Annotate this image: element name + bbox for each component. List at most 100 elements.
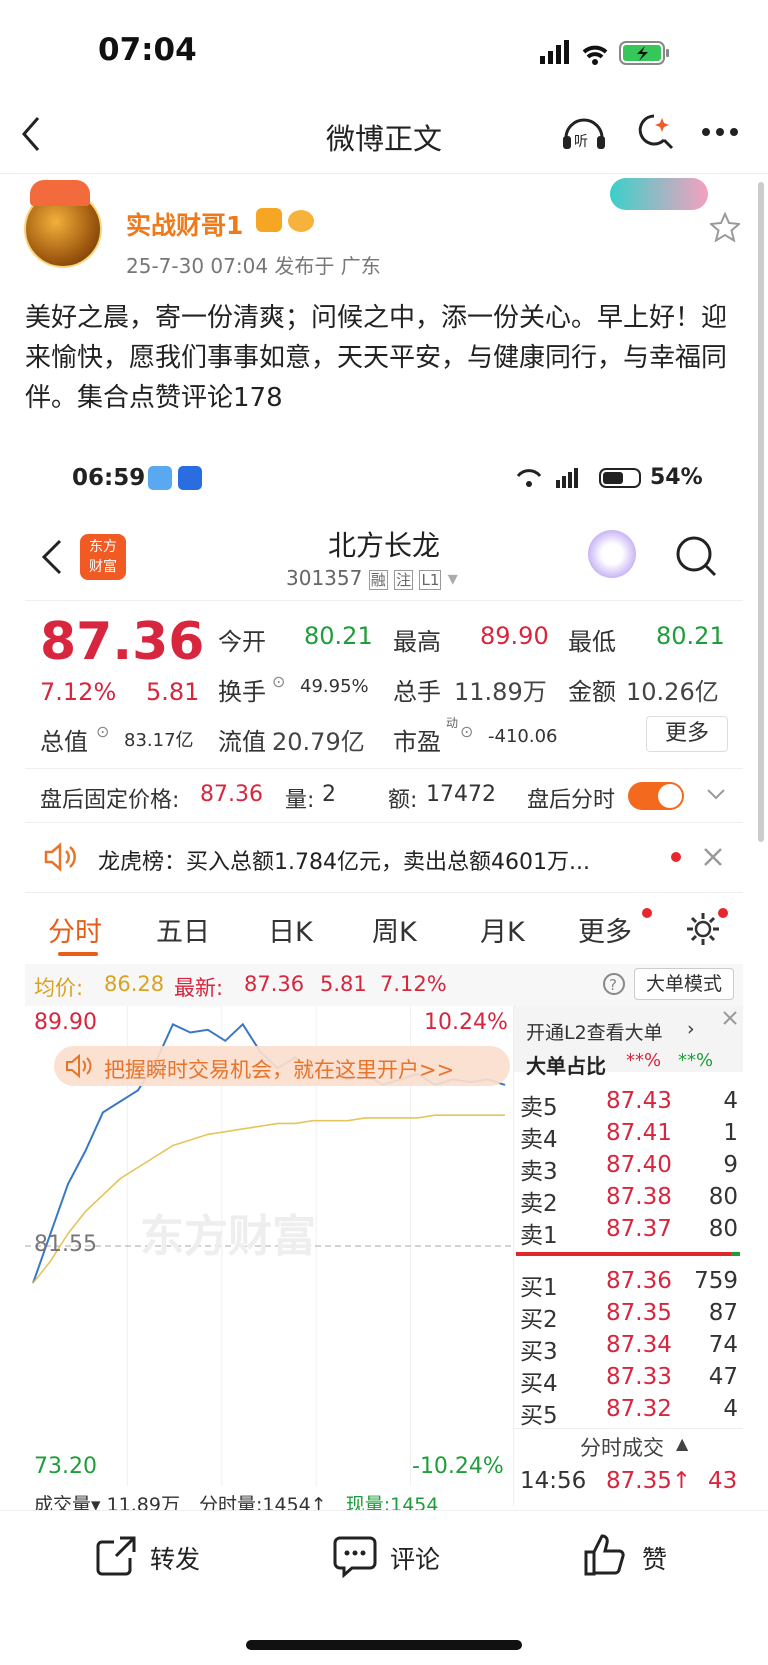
post-meta: 25-7-30 07:04 发布于 广东 [126, 254, 381, 278]
tab-daily-k[interactable]: 日K [268, 910, 313, 949]
repost-icon[interactable] [94, 1534, 138, 1578]
ask-price: 87.41 [606, 1120, 672, 1146]
like-thumb-icon[interactable] [582, 1532, 628, 1578]
watermark: 东方财富 [140, 1211, 316, 1262]
bid-price: 87.36 [606, 1268, 672, 1294]
username[interactable]: 实战财哥1 [126, 206, 243, 242]
low-label: 最低 [568, 628, 616, 656]
tab-more[interactable]: 更多 [578, 910, 632, 949]
info-icon[interactable]: ⊙ [96, 722, 109, 741]
stock-code: 301357 融 注 L1 ▾ [286, 566, 458, 590]
tab-weekly-k[interactable]: 周K [372, 910, 417, 949]
ask-qty: 4 [723, 1088, 738, 1114]
turnover-label: 换手 [218, 678, 266, 706]
close-icon[interactable] [722, 1010, 738, 1026]
tab-intraday[interactable]: 分时 [48, 910, 102, 949]
bid-price: 87.33 [606, 1364, 672, 1390]
open-value: 80.21 [304, 622, 373, 650]
bid-label: 买4 [520, 1371, 558, 1397]
latest-pct: 7.12% [380, 972, 447, 996]
avg-price: 86.28 [104, 972, 165, 996]
shot-search-icon[interactable] [674, 534, 720, 580]
latest-chg: 5.81 [320, 972, 367, 996]
robot-assistant-icon[interactable] [588, 530, 636, 578]
stock-code-text: 301357 [286, 566, 363, 590]
repost-button[interactable]: 转发 [150, 1540, 200, 1576]
settings-gear-icon[interactable] [684, 910, 722, 948]
close-icon[interactable] [702, 846, 724, 868]
svg-text:听: 听 [574, 134, 588, 150]
big-order-ratio-sell: **% [678, 1050, 714, 1071]
pe-dynamic-marker: 动 [446, 716, 459, 730]
comment-icon[interactable] [332, 1534, 378, 1578]
ask-label: 卖2 [520, 1191, 558, 1217]
tab-monthly-k[interactable]: 月K [480, 910, 525, 949]
like-button[interactable]: 赞 [642, 1540, 667, 1576]
tab-five-day[interactable]: 五日 [156, 910, 210, 949]
help-icon[interactable]: ? [602, 972, 626, 996]
caret-up-icon[interactable]: ▲ [676, 1434, 688, 1453]
panel-divider [513, 1006, 514, 1506]
amount-label: 金额 [568, 678, 616, 706]
high-label: 最高 [393, 628, 441, 656]
divider [25, 600, 743, 601]
turnover-value: 49.95% [300, 676, 369, 697]
svg-text:?: ? [609, 976, 617, 994]
shot-battery: 54% [650, 465, 703, 490]
after-hours-price: 87.36 [200, 782, 263, 807]
ai-search-icon[interactable] [632, 112, 676, 152]
shot-status-icons [516, 468, 641, 488]
bid-qty: 87 [708, 1300, 738, 1326]
bid-ask-ratio-bar [516, 1252, 740, 1256]
latest-price: 87.36 [244, 972, 305, 996]
speaker-icon [66, 1054, 92, 1078]
pe-value: -410.06 [488, 726, 558, 747]
ask-price: 87.38 [606, 1184, 672, 1210]
comment-button[interactable]: 评论 [390, 1540, 440, 1576]
fish-badge-icon [288, 210, 314, 232]
status-icons [540, 40, 669, 65]
bid-price: 87.34 [606, 1332, 672, 1358]
more-icon[interactable] [700, 126, 744, 138]
info-icon[interactable]: ⊙ [272, 672, 285, 691]
listen-icon[interactable]: 听 [560, 112, 608, 152]
info-icon[interactable]: ⊙ [460, 722, 473, 741]
tick-price: 87.35↑ [606, 1468, 692, 1494]
ask-price: 87.43 [606, 1088, 672, 1114]
after-hours-label: 盘后固定价格: [40, 788, 180, 813]
volume-value: 11.89万 [454, 678, 547, 706]
chevron-down-icon[interactable] [706, 788, 726, 802]
chart-high-label: 89.90 [34, 1010, 97, 1035]
lhb-notice[interactable]: 龙虎榜：买入总额1.784亿元，卖出总额4601万... [98, 844, 590, 876]
low-value: 80.21 [656, 622, 725, 650]
l2-link[interactable]: 开通L2查看大单 [526, 1018, 663, 1045]
app-icon [178, 466, 202, 490]
shot-status-time: 06:59 [72, 465, 146, 491]
latest-label: 最新: [174, 976, 224, 1000]
more-button[interactable]: 更多 [646, 716, 728, 752]
open-label: 今开 [218, 628, 266, 656]
crown-badge-icon [256, 208, 282, 232]
divider [25, 892, 743, 893]
after-hours-toggle[interactable] [628, 782, 684, 810]
home-indicator [246, 1640, 522, 1650]
dropdown-icon[interactable]: ▾ [448, 566, 458, 590]
bid-qty: 759 [694, 1268, 738, 1294]
bid-label: 买5 [520, 1403, 558, 1429]
unread-dot [642, 908, 652, 918]
ask-label: 卖4 [520, 1127, 558, 1153]
ticks-header[interactable]: 分时成交 [580, 1432, 664, 1462]
chart-mid-label: 81.55 [34, 1232, 97, 1257]
tick-time: 14:56 [520, 1468, 587, 1494]
ask-price: 87.40 [606, 1152, 672, 1178]
after-hours-amt: 17472 [426, 782, 496, 807]
favorite-star-icon[interactable] [710, 212, 740, 242]
high-value: 89.90 [480, 622, 549, 650]
tag-margin: 融 [368, 570, 388, 590]
chevron-right-icon[interactable]: › [687, 1018, 695, 1040]
big-order-mode-button[interactable]: 大单模式 [634, 968, 734, 1000]
bid-qty: 4 [723, 1396, 738, 1422]
bid-price: 87.32 [606, 1396, 672, 1422]
chart-low-label: 73.20 [34, 1454, 97, 1479]
after-hours-vol: 2 [322, 782, 336, 807]
